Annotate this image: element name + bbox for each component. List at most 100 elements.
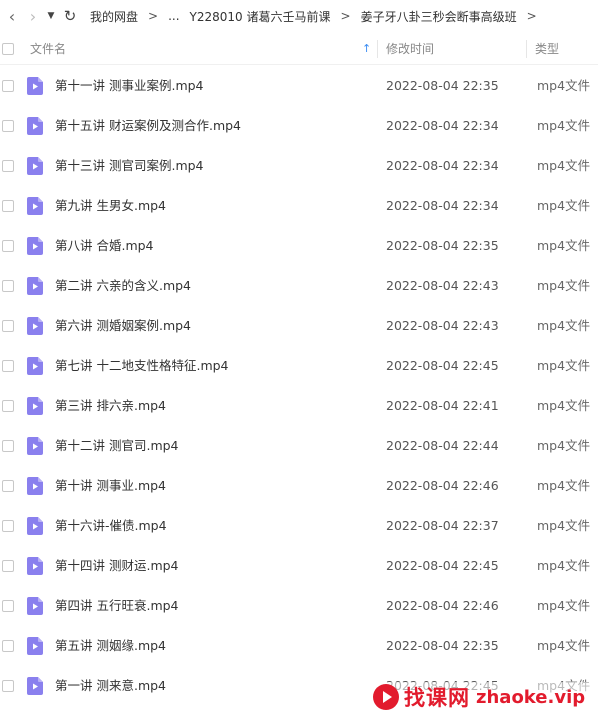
row-checkbox[interactable] bbox=[2, 80, 14, 92]
column-divider[interactable] bbox=[377, 40, 378, 58]
caret-down-icon[interactable]: ▼ bbox=[44, 0, 58, 32]
breadcrumb-separator: > bbox=[148, 9, 159, 23]
file-modified-time: 2022-08-04 22:35 bbox=[386, 238, 499, 253]
file-name[interactable]: 第二讲 六亲的含义.mp4 bbox=[55, 266, 191, 306]
breadcrumb-separator: > bbox=[340, 9, 351, 23]
file-type: mp4文件 bbox=[537, 438, 591, 453]
file-name[interactable]: 第十二讲 测官司.mp4 bbox=[55, 426, 179, 466]
chevron-left-icon[interactable]: ‹ bbox=[2, 0, 22, 32]
watermark-text-cn: 找课网 bbox=[404, 685, 470, 710]
row-checkbox[interactable] bbox=[2, 160, 14, 172]
row-checkbox[interactable] bbox=[2, 560, 14, 572]
file-name[interactable]: 第十三讲 测官司案例.mp4 bbox=[55, 146, 204, 186]
file-name[interactable]: 第三讲 排六亲.mp4 bbox=[55, 386, 166, 426]
video-file-icon bbox=[27, 437, 43, 455]
file-type: mp4文件 bbox=[537, 278, 591, 293]
file-row[interactable]: 第三讲 排六亲.mp4 2022-08-04 22:41 mp4文件 bbox=[0, 386, 598, 426]
file-name[interactable]: 第十四讲 测财运.mp4 bbox=[55, 546, 179, 586]
file-name[interactable]: 第九讲 生男女.mp4 bbox=[55, 186, 166, 226]
video-file-icon bbox=[27, 237, 43, 255]
select-all-checkbox[interactable] bbox=[2, 43, 14, 55]
file-row[interactable]: 第八讲 合婚.mp4 2022-08-04 22:35 mp4文件 bbox=[0, 226, 598, 266]
breadcrumb-root[interactable]: 我的网盘 bbox=[90, 8, 138, 25]
file-type: mp4文件 bbox=[537, 598, 591, 613]
file-row[interactable]: 第十讲 测事业.mp4 2022-08-04 22:46 mp4文件 bbox=[0, 466, 598, 506]
video-file-icon bbox=[27, 357, 43, 375]
file-row[interactable]: 第五讲 测姻缘.mp4 2022-08-04 22:35 mp4文件 bbox=[0, 626, 598, 666]
file-type: mp4文件 bbox=[537, 78, 591, 93]
file-type: mp4文件 bbox=[537, 158, 591, 173]
file-row[interactable]: 第十一讲 测事业案例.mp4 2022-08-04 22:35 mp4文件 bbox=[0, 66, 598, 106]
column-divider[interactable] bbox=[526, 40, 527, 58]
file-name[interactable]: 第五讲 测姻缘.mp4 bbox=[55, 626, 166, 666]
breadcrumb-parent[interactable]: Y228010 诸葛六壬马前课 bbox=[190, 8, 331, 25]
file-name[interactable]: 第十一讲 测事业案例.mp4 bbox=[55, 66, 204, 106]
sort-ascending-icon[interactable]: ↑ bbox=[362, 34, 371, 64]
file-modified-time: 2022-08-04 22:44 bbox=[386, 438, 499, 453]
file-name[interactable]: 第十五讲 财运案例及测合作.mp4 bbox=[55, 106, 241, 146]
file-modified-time: 2022-08-04 22:46 bbox=[386, 598, 499, 613]
file-row[interactable]: 第十三讲 测官司案例.mp4 2022-08-04 22:34 mp4文件 bbox=[0, 146, 598, 186]
file-row[interactable]: 第二讲 六亲的含义.mp4 2022-08-04 22:43 mp4文件 bbox=[0, 266, 598, 306]
file-modified-time: 2022-08-04 22:35 bbox=[386, 78, 499, 93]
row-checkbox[interactable] bbox=[2, 200, 14, 212]
file-name[interactable]: 第十讲 测事业.mp4 bbox=[55, 466, 166, 506]
row-checkbox[interactable] bbox=[2, 440, 14, 452]
file-modified-time: 2022-08-04 22:43 bbox=[386, 278, 499, 293]
file-row[interactable]: 第十五讲 财运案例及测合作.mp4 2022-08-04 22:34 mp4文件 bbox=[0, 106, 598, 146]
row-checkbox[interactable] bbox=[2, 280, 14, 292]
breadcrumb-separator: > bbox=[526, 9, 537, 23]
file-type: mp4文件 bbox=[537, 398, 591, 413]
row-checkbox[interactable] bbox=[2, 320, 14, 332]
file-type: mp4文件 bbox=[537, 318, 591, 333]
file-row[interactable]: 第十四讲 测财运.mp4 2022-08-04 22:45 mp4文件 bbox=[0, 546, 598, 586]
column-header-name[interactable]: 文件名 bbox=[30, 34, 66, 64]
row-checkbox[interactable] bbox=[2, 640, 14, 652]
file-type: mp4文件 bbox=[537, 238, 591, 253]
file-modified-time: 2022-08-04 22:45 bbox=[386, 558, 499, 573]
column-header-type[interactable]: 类型 bbox=[535, 34, 559, 64]
refresh-icon[interactable]: ↻ bbox=[58, 0, 82, 32]
file-modified-time: 2022-08-04 22:37 bbox=[386, 518, 499, 533]
file-name[interactable]: 第一讲 测来意.mp4 bbox=[55, 666, 166, 706]
file-row[interactable]: 第十六讲-催债.mp4 2022-08-04 22:37 mp4文件 bbox=[0, 506, 598, 546]
file-modified-time: 2022-08-04 22:34 bbox=[386, 118, 499, 133]
file-row[interactable]: 第十二讲 测官司.mp4 2022-08-04 22:44 mp4文件 bbox=[0, 426, 598, 466]
row-checkbox[interactable] bbox=[2, 520, 14, 532]
file-name[interactable]: 第六讲 测婚姻案例.mp4 bbox=[55, 306, 191, 346]
file-modified-time: 2022-08-04 22:35 bbox=[386, 638, 499, 653]
row-checkbox[interactable] bbox=[2, 600, 14, 612]
file-name[interactable]: 第四讲 五行旺衰.mp4 bbox=[55, 586, 179, 626]
file-row[interactable]: 第四讲 五行旺衰.mp4 2022-08-04 22:46 mp4文件 bbox=[0, 586, 598, 626]
row-checkbox[interactable] bbox=[2, 240, 14, 252]
navigation-toolbar: ‹ › ▼ ↻ 我的网盘 > ... Y228010 诸葛六壬马前课 > 姜子牙… bbox=[0, 0, 598, 32]
video-file-icon bbox=[27, 117, 43, 135]
breadcrumb-ellipsis[interactable]: ... bbox=[168, 9, 179, 23]
file-list-header: 文件名 ↑ 修改时间 类型 bbox=[0, 34, 598, 65]
video-file-icon bbox=[27, 197, 43, 215]
row-checkbox[interactable] bbox=[2, 400, 14, 412]
file-type: mp4文件 bbox=[537, 518, 591, 533]
file-name[interactable]: 第八讲 合婚.mp4 bbox=[55, 226, 154, 266]
watermark-text-en: zhaoke.vip bbox=[476, 686, 586, 708]
chevron-right-icon[interactable]: › bbox=[22, 0, 44, 32]
file-row[interactable]: 第六讲 测婚姻案例.mp4 2022-08-04 22:43 mp4文件 bbox=[0, 306, 598, 346]
file-name[interactable]: 第十六讲-催债.mp4 bbox=[55, 506, 167, 546]
watermark: 找课网 zhaoke.vip bbox=[372, 682, 598, 712]
row-checkbox[interactable] bbox=[2, 680, 14, 692]
file-row[interactable]: 第七讲 十二地支性格特征.mp4 2022-08-04 22:45 mp4文件 bbox=[0, 346, 598, 386]
file-row[interactable]: 第九讲 生男女.mp4 2022-08-04 22:34 mp4文件 bbox=[0, 186, 598, 226]
file-type: mp4文件 bbox=[537, 358, 591, 373]
row-checkbox[interactable] bbox=[2, 360, 14, 372]
column-header-modified[interactable]: 修改时间 bbox=[386, 34, 434, 64]
video-file-icon bbox=[27, 677, 43, 695]
video-file-icon bbox=[27, 317, 43, 335]
video-file-icon bbox=[27, 277, 43, 295]
file-modified-time: 2022-08-04 22:34 bbox=[386, 158, 499, 173]
file-name[interactable]: 第七讲 十二地支性格特征.mp4 bbox=[55, 346, 229, 386]
video-file-icon bbox=[27, 637, 43, 655]
row-checkbox[interactable] bbox=[2, 480, 14, 492]
breadcrumb-current[interactable]: 姜子牙八卦三秒会断事高级班 bbox=[361, 8, 517, 25]
row-checkbox[interactable] bbox=[2, 120, 14, 132]
file-list: 第十一讲 测事业案例.mp4 2022-08-04 22:35 mp4文件 第十… bbox=[0, 66, 598, 706]
